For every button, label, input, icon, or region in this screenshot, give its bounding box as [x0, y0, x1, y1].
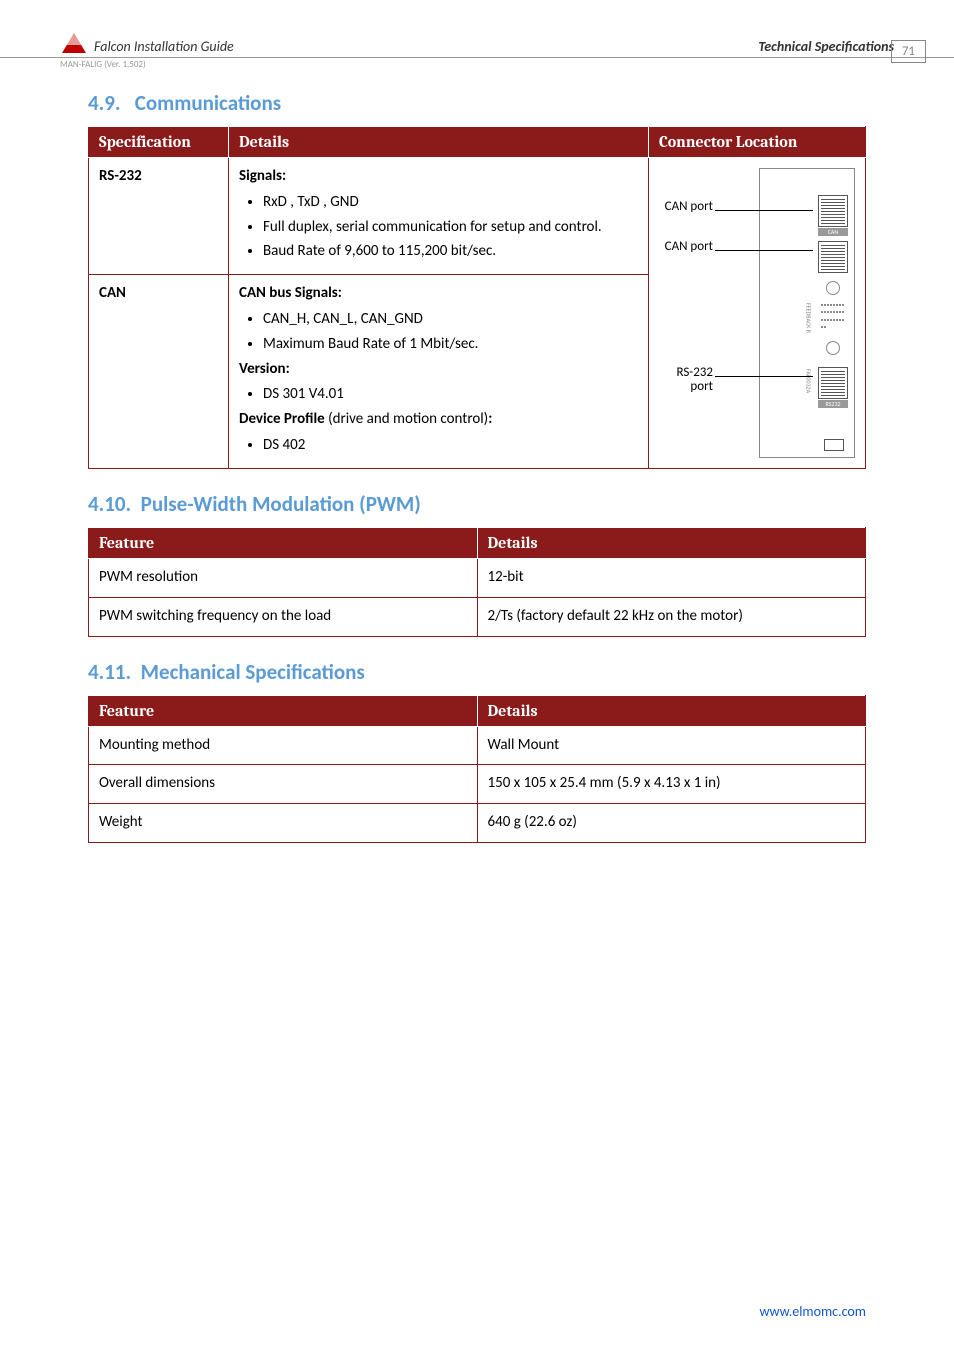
- communications-table: Specification Details Connector Location…: [88, 126, 866, 469]
- feedback-port-icon: [820, 303, 846, 333]
- can-port-icon: [818, 195, 848, 227]
- pwm-table: Feature Details PWM resolution 12-bit PW…: [88, 527, 866, 637]
- table-row: PWM switching frequency on the load 2/Ts…: [89, 597, 866, 636]
- content: 4.9. Communications Specification Detail…: [0, 70, 954, 843]
- leader-line: [715, 210, 813, 211]
- usb-icon: [824, 439, 844, 451]
- leader-line: [715, 250, 813, 251]
- col-details: Details: [229, 127, 649, 158]
- table-row: PWM resolution 12-bit: [89, 559, 866, 598]
- page-number: 71: [891, 40, 926, 63]
- connector-diagram: CAN RS232 FEEDBACK B FAL0032A: [649, 158, 865, 468]
- label-can-port: CAN port: [663, 240, 713, 254]
- details-can: CAN bus Signals: CAN_H, CAN_L, CAN_GND M…: [229, 275, 649, 469]
- board-outline: CAN RS232 FEEDBACK B FAL0032A: [759, 168, 855, 458]
- col-connector: Connector Location: [649, 127, 866, 158]
- header-section: Technical Specifications: [758, 38, 894, 57]
- table-row: Overall dimensions 150 x 105 x 25.4 mm (…: [89, 765, 866, 804]
- screw-icon: [826, 341, 840, 355]
- screw-icon: [826, 281, 840, 295]
- col-feature: Feature: [89, 695, 478, 726]
- can-label-tiny: CAN: [818, 228, 848, 236]
- label-can-port: CAN port: [663, 200, 713, 214]
- page-header: Falcon Installation Guide Technical Spec…: [0, 0, 954, 58]
- col-feature: Feature: [89, 528, 478, 559]
- col-specification: Specification: [89, 127, 229, 158]
- can-port-icon: [818, 241, 848, 273]
- doc-version: MAN-FALIG (Ver. 1.502): [0, 59, 954, 70]
- table-row: Mounting method Wall Mount: [89, 726, 866, 765]
- details-rs232: Signals: RxD , TxD , GND Full duplex, se…: [229, 158, 649, 275]
- section-heading-mechanical: 4.11. Mechanical Specifications: [88, 659, 866, 685]
- col-details: Details: [477, 528, 866, 559]
- side-label-feedback: FEEDBACK B: [804, 303, 813, 333]
- spec-can: CAN: [89, 275, 229, 469]
- doc-title: Falcon Installation Guide: [94, 38, 234, 57]
- leader-line: [715, 376, 813, 377]
- spec-rs232: RS-232: [89, 158, 229, 275]
- footer-url-link[interactable]: www.elmomc.com: [759, 1303, 866, 1320]
- rs232-port-icon: [818, 367, 848, 399]
- section-heading-pwm: 4.10. Pulse-Width Modulation (PWM): [88, 491, 866, 517]
- mechanical-table: Feature Details Mounting method Wall Mou…: [88, 695, 866, 843]
- table-row: Weight 640 g (22.6 oz): [89, 804, 866, 843]
- section-heading-communications: 4.9. Communications: [88, 90, 866, 116]
- label-rs232-port: RS-232 port: [653, 366, 713, 395]
- header-left: Falcon Installation Guide: [60, 31, 234, 57]
- side-label-model: FAL0032A: [804, 369, 813, 393]
- rs232-label-tiny: RS232: [818, 400, 848, 408]
- col-details: Details: [477, 695, 866, 726]
- logo: [60, 31, 88, 55]
- table-row: RS-232 Signals: RxD , TxD , GND Full dup…: [89, 158, 866, 275]
- connector-diagram-cell: CAN RS232 FEEDBACK B FAL0032A: [649, 158, 866, 469]
